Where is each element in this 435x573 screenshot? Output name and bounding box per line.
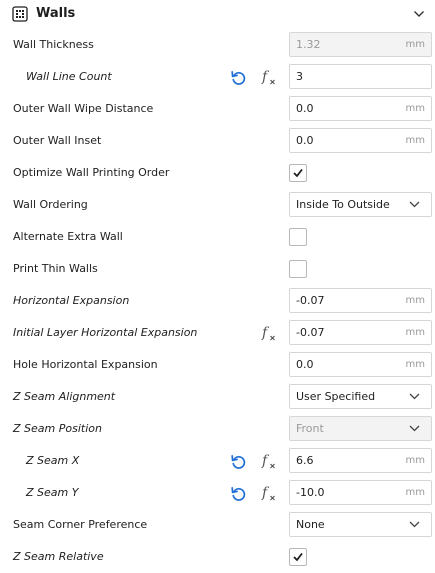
checkmark-icon	[293, 168, 303, 177]
outer-wall-inset-unit: mm	[405, 135, 425, 146]
setting-row-z-seam-alignment: Z Seam Alignment User Specified	[0, 381, 435, 413]
wall-ordering-dropdown[interactable]: Inside To Outside	[289, 192, 432, 217]
outer-wall-wipe-distance-value: 0.0	[296, 102, 314, 115]
function-fx-icon: f	[261, 453, 275, 469]
setting-row-alternate-extra-wall: Alternate Extra Wall	[0, 221, 435, 253]
setting-row-outer-wall-wipe-distance: Outer Wall Wipe Distance 0.0 mm	[0, 93, 435, 125]
z-seam-relative-checkbox[interactable]	[289, 548, 307, 566]
hole-horizontal-expansion-label: Hole Horizontal Expansion	[13, 358, 158, 371]
function-fx-icon: f	[261, 485, 275, 501]
outer-wall-wipe-distance-unit: mm	[405, 103, 425, 114]
z-seam-alignment-selected-value: User Specified	[296, 390, 376, 403]
wall-line-count-label: Wall Line Count	[26, 70, 112, 83]
z-seam-alignment-label: Z Seam Alignment	[13, 390, 116, 403]
setting-row-horizontal-expansion: Horizontal Expansion -0.07 mm	[0, 285, 435, 317]
initial-layer-horizontal-expansion-input[interactable]: -0.07 mm	[289, 320, 432, 345]
setting-row-z-seam-relative: Z Seam Relative	[0, 541, 435, 573]
initial-layer-horizontal-expansion-value: -0.07	[296, 326, 325, 339]
outer-wall-inset-input[interactable]: 0.0 mm	[289, 128, 432, 153]
z-seam-x-unit: mm	[405, 455, 425, 466]
z-seam-y-unit: mm	[405, 487, 425, 498]
print-thin-walls-checkbox[interactable]	[289, 260, 307, 278]
section-header-walls[interactable]: Walls	[0, 0, 435, 28]
seam-corner-preference-label: Seam Corner Preference	[13, 518, 148, 531]
alternate-extra-wall-label: Alternate Extra Wall	[13, 230, 123, 243]
wall-thickness-value: 1.32	[296, 38, 321, 51]
setting-row-print-thin-walls: Print Thin Walls	[0, 253, 435, 285]
chevron-down-icon	[409, 393, 420, 400]
horizontal-expansion-input[interactable]: -0.07 mm	[289, 288, 432, 313]
z-seam-x-input[interactable]: 6.6 mm	[289, 448, 432, 473]
alternate-extra-wall-checkbox[interactable]	[289, 228, 307, 246]
wall-ordering-label: Wall Ordering	[13, 198, 88, 211]
horizontal-expansion-value: -0.07	[296, 294, 325, 307]
setting-row-seam-corner-preference: Seam Corner Preference None	[0, 509, 435, 541]
function-fx-icon: f	[261, 325, 275, 341]
checkmark-icon	[293, 552, 303, 561]
wall-thickness-unit: mm	[405, 39, 425, 50]
seam-corner-preference-selected-value: None	[296, 518, 325, 531]
section-title: Walls	[36, 6, 76, 21]
outer-wall-wipe-distance-label: Outer Wall Wipe Distance	[13, 102, 154, 115]
setting-row-wall-line-count: Wall Line Count f 3	[0, 61, 435, 93]
reset-arrow-icon[interactable]	[230, 453, 247, 470]
svg-text:f: f	[261, 69, 270, 85]
hole-horizontal-expansion-unit: mm	[405, 359, 425, 370]
setting-row-optimize-wall-printing-order: Optimize Wall Printing Order	[0, 157, 435, 189]
seam-corner-preference-dropdown[interactable]: None	[289, 512, 432, 537]
z-seam-relative-label: Z Seam Relative	[13, 550, 104, 563]
z-seam-y-input[interactable]: -10.0 mm	[289, 480, 432, 505]
initial-layer-horizontal-expansion-label: Initial Layer Horizontal Expansion	[13, 326, 198, 339]
setting-row-outer-wall-inset: Outer Wall Inset 0.0 mm	[0, 125, 435, 157]
setting-row-hole-horizontal-expansion: Hole Horizontal Expansion 0.0 mm	[0, 349, 435, 381]
walls-grid-icon	[12, 6, 28, 22]
reset-arrow-icon[interactable]	[230, 69, 247, 86]
outer-wall-inset-label: Outer Wall Inset	[13, 134, 102, 147]
z-seam-y-value: -10.0	[296, 486, 325, 499]
setting-row-initial-layer-horizontal-expansion: Initial Layer Horizontal Expansion f -0.07…	[0, 317, 435, 349]
z-seam-x-label: Z Seam X	[26, 454, 80, 467]
svg-text:f: f	[261, 485, 270, 501]
z-seam-alignment-dropdown[interactable]: User Specified	[289, 384, 432, 409]
svg-text:f: f	[261, 325, 270, 341]
z-seam-position-dropdown[interactable]: Front	[289, 416, 432, 441]
function-fx-icon: f	[261, 69, 275, 85]
z-seam-position-selected-value: Front	[296, 422, 324, 435]
wall-ordering-selected-value: Inside To Outside	[296, 198, 390, 211]
z-seam-y-label: Z Seam Y	[26, 486, 79, 499]
setting-row-z-seam-y: Z Seam Y f -10.0 mm	[0, 477, 435, 509]
hole-horizontal-expansion-value: 0.0	[296, 358, 314, 371]
outer-wall-inset-value: 0.0	[296, 134, 314, 147]
optimize-wall-printing-order-label: Optimize Wall Printing Order	[13, 166, 170, 179]
wall-line-count-input[interactable]: 3	[289, 64, 432, 89]
setting-row-wall-ordering: Wall Ordering Inside To Outside	[0, 189, 435, 221]
horizontal-expansion-label: Horizontal Expansion	[13, 294, 130, 307]
chevron-down-icon	[409, 425, 420, 432]
setting-row-wall-thickness: Wall Thickness 1.32 mm	[0, 29, 435, 61]
chevron-down-icon	[409, 521, 420, 528]
outer-wall-wipe-distance-input[interactable]: 0.0 mm	[289, 96, 432, 121]
svg-text:f: f	[261, 453, 270, 469]
z-seam-position-label: Z Seam Position	[13, 422, 102, 435]
chevron-down-icon	[409, 201, 420, 208]
setting-row-z-seam-position: Z Seam Position Front	[0, 413, 435, 445]
optimize-wall-printing-order-checkbox[interactable]	[289, 164, 307, 182]
hole-horizontal-expansion-input[interactable]: 0.0 mm	[289, 352, 432, 377]
z-seam-x-value: 6.6	[296, 454, 314, 467]
reset-arrow-icon[interactable]	[230, 485, 247, 502]
wall-thickness-input[interactable]: 1.32 mm	[289, 32, 432, 57]
wall-line-count-value: 3	[296, 70, 303, 83]
print-thin-walls-label: Print Thin Walls	[13, 262, 98, 275]
setting-row-z-seam-x: Z Seam X f 6.6 mm	[0, 445, 435, 477]
wall-thickness-label: Wall Thickness	[13, 38, 94, 51]
horizontal-expansion-unit: mm	[405, 295, 425, 306]
initial-layer-horizontal-expansion-unit: mm	[405, 327, 425, 338]
chevron-down-icon[interactable]	[412, 7, 426, 21]
